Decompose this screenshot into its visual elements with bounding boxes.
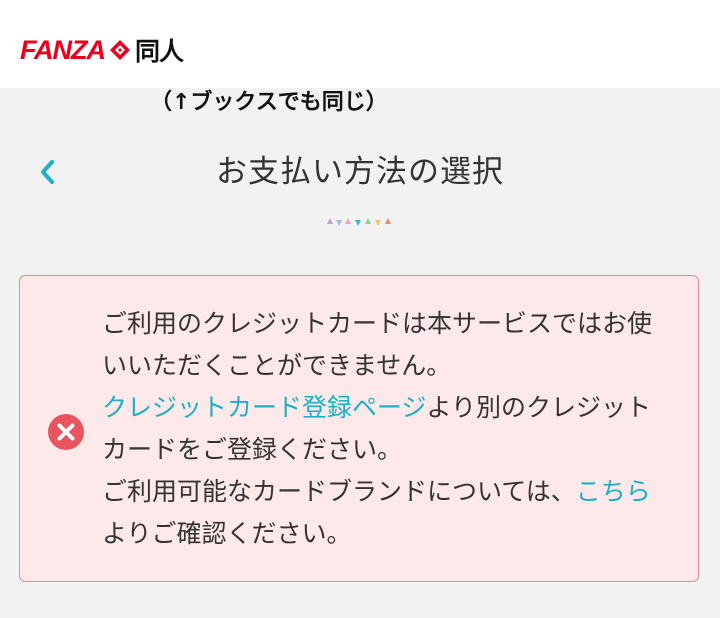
logo-section-text: 同人 (135, 38, 184, 66)
card-register-link[interactable]: クレジットカード登録ページ (102, 393, 427, 422)
alert-message: ご利用のクレジットカードは本サービスではお使いいただくことができません。 クレジ… (102, 303, 662, 555)
error-x-icon (48, 414, 84, 450)
fanza-doujin-logo[interactable]: FANZA 同人 (20, 32, 184, 68)
page-title: お支払い方法の選択 (216, 154, 504, 190)
alert-confirm-text: よりご確認ください。 (102, 519, 352, 548)
decorative-triangles (327, 218, 391, 226)
header-bar: FANZA 同人 (0, 0, 720, 88)
logo-brand-text: FANZA (20, 34, 106, 65)
logo-mark-icon (110, 40, 130, 60)
alert-line-brands: ご利用可能なカードブランドについては、こちらよりご確認ください。 (102, 471, 662, 555)
brands-here-link[interactable]: こちら (576, 477, 651, 506)
annotation-note: （↑ブックスでも同じ） (150, 90, 388, 115)
alert-brands-text: ご利用可能なカードブランドについては、 (102, 477, 576, 506)
alert-line-register: クレジットカード登録ページより別のクレジットカードをご登録ください。 (102, 387, 662, 471)
error-alert: ご利用のクレジットカードは本サービスではお使いいただくことができません。 クレジ… (19, 275, 699, 582)
alert-line-unusable: ご利用のクレジットカードは本サービスではお使いいただくことができません。 (102, 309, 653, 380)
